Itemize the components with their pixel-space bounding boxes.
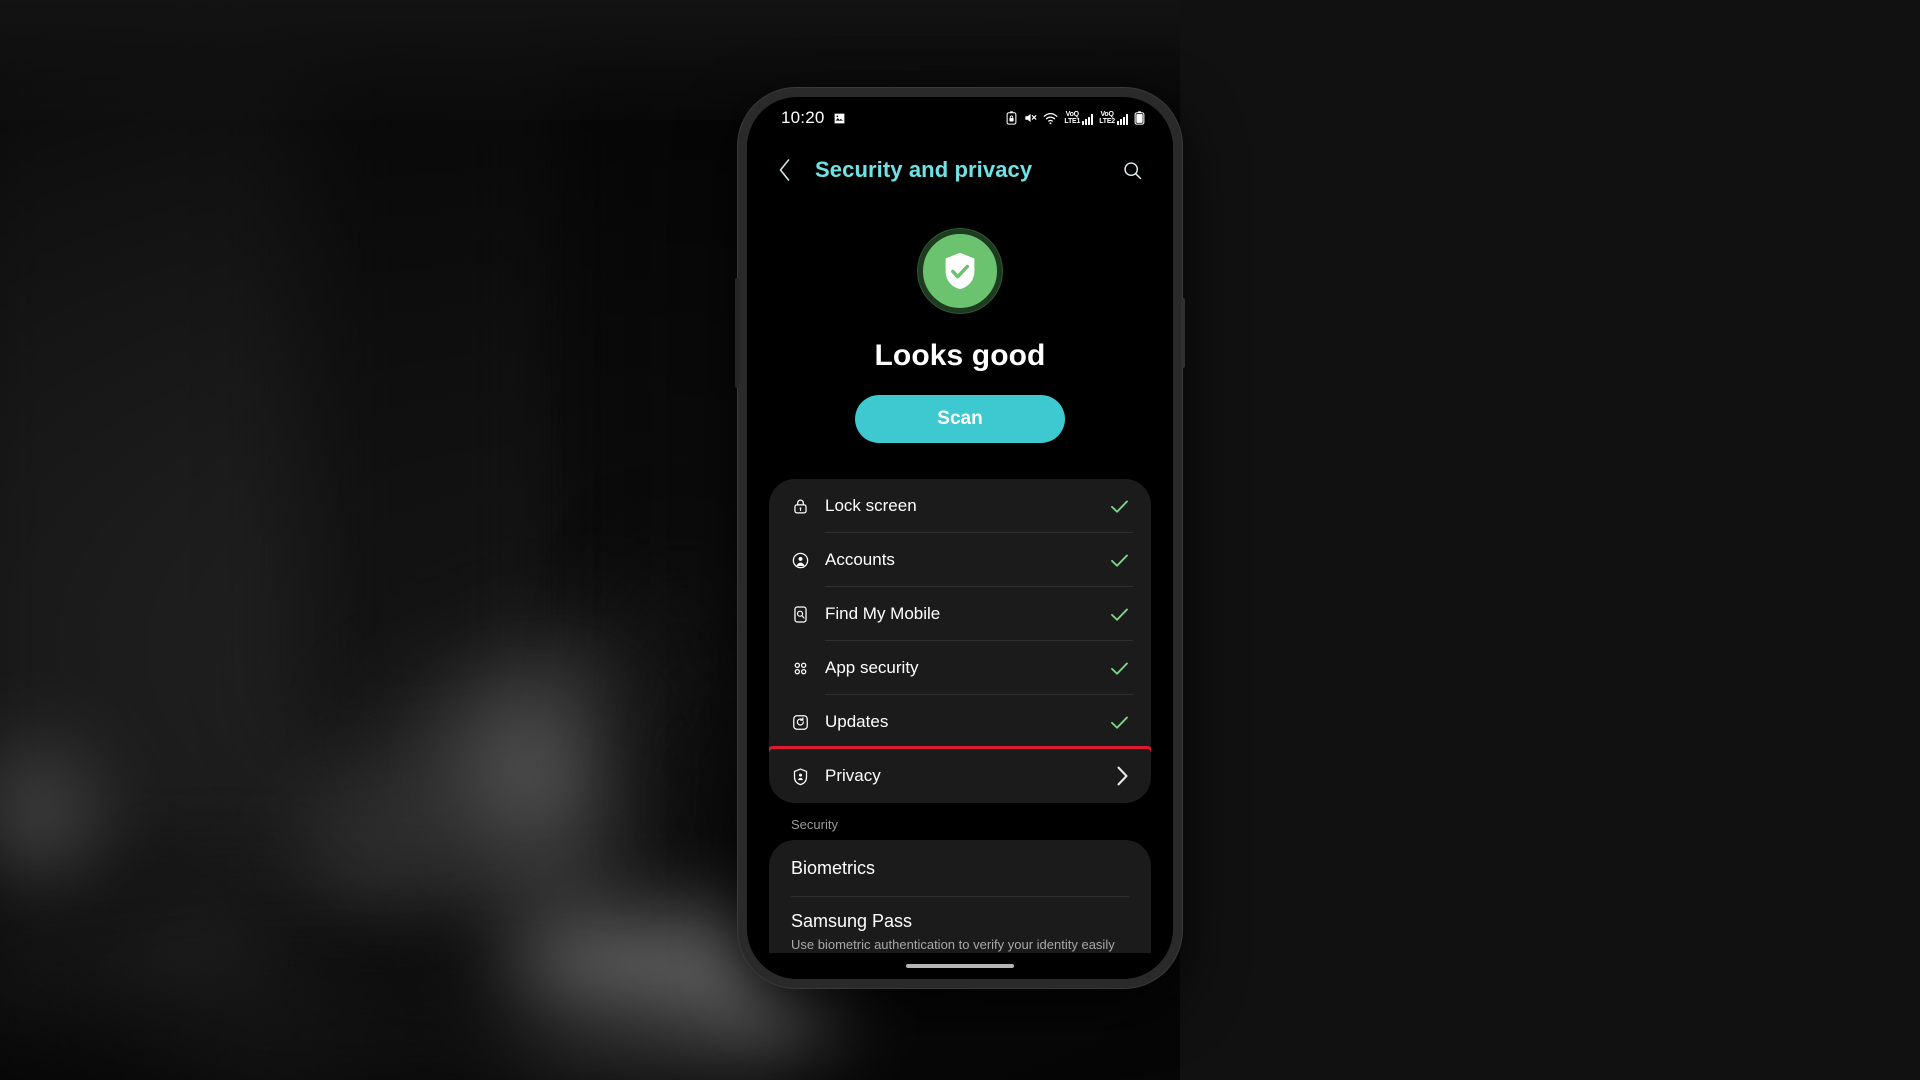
page-title: Security and privacy [815, 157, 1033, 182]
settings-row-label: Updates [825, 712, 889, 731]
settings-row-find-my-mobile[interactable]: Find My Mobile [769, 587, 1151, 641]
settings-row-label: Find My Mobile [825, 604, 941, 623]
settings-content: Lock screen Accounts Find My Mobile App … [747, 479, 1173, 953]
sim2-label: VoQ LTE2 [1099, 111, 1115, 125]
check-icon [1103, 553, 1129, 568]
settings-row-label: Privacy [825, 766, 881, 785]
settings-row-label: Accounts [825, 550, 895, 569]
battery-lock-icon [1006, 111, 1017, 125]
battery-icon [1134, 111, 1145, 125]
settings-row-biometrics[interactable]: Biometrics [769, 840, 1151, 897]
check-icon [1103, 715, 1129, 730]
signal-lte1-icon: VoQ LTE1 [1064, 111, 1094, 125]
security-settings-card: Biometrics Samsung Pass Use biometric au… [769, 840, 1151, 953]
check-icon [1103, 499, 1129, 514]
phone-device-frame: 10:20 VoQ LTE1 VoQ LTE2 Security and pri… [735, 88, 1185, 988]
section-header-security: Security [791, 817, 838, 832]
settings-row-lock-screen[interactable]: Lock screen [769, 479, 1151, 533]
security-status-text: Looks good [874, 339, 1046, 372]
settings-row-updates[interactable]: Updates [769, 695, 1151, 749]
status-clock: 10:20 [781, 108, 825, 127]
signal-lte2-icon: VoQ LTE2 [1099, 111, 1128, 125]
settings-row-title: Biometrics [791, 858, 876, 878]
phone-screen: 10:20 VoQ LTE1 VoQ LTE2 Security and pri… [747, 97, 1173, 979]
wifi-icon [1043, 112, 1058, 125]
back-button[interactable] [769, 155, 799, 185]
check-icon [1103, 607, 1129, 622]
settings-row-accounts[interactable]: Accounts [769, 533, 1151, 587]
settings-row-app-security[interactable]: App security [769, 641, 1151, 695]
app-header: Security and privacy [747, 139, 1173, 201]
find-my-mobile-icon [783, 605, 817, 624]
app-security-icon [783, 659, 817, 678]
status-bar: 10:20 VoQ LTE1 VoQ LTE2 [747, 97, 1173, 139]
system-navigation-bar [747, 953, 1173, 979]
settings-row-label: Lock screen [825, 496, 917, 515]
lock-icon [783, 497, 817, 516]
account-icon [783, 551, 817, 570]
image-icon [833, 112, 846, 125]
settings-row-label: App security [825, 658, 919, 677]
chevron-right-icon [1103, 766, 1129, 786]
settings-row-privacy[interactable]: Privacy [769, 746, 1151, 803]
updates-icon [783, 713, 817, 732]
status-bar-left: 10:20 [781, 108, 846, 128]
mute-icon [1023, 111, 1037, 125]
check-icon [1103, 661, 1129, 676]
security-status-card: Lock screen Accounts Find My Mobile App … [769, 479, 1151, 803]
search-icon [1123, 161, 1141, 179]
status-bar-right: VoQ LTE1 VoQ LTE2 [1006, 111, 1145, 125]
chevron-left-icon [779, 159, 789, 181]
home-indicator[interactable] [906, 964, 1014, 968]
search-button[interactable] [1115, 153, 1149, 187]
sim1-bars [1082, 114, 1094, 125]
privacy-icon [783, 767, 817, 786]
settings-row-samsung-pass[interactable]: Samsung Pass Use biometric authenticatio… [769, 897, 1151, 953]
sim2-bars [1117, 114, 1128, 125]
security-status-hero: Looks good Scan [747, 201, 1173, 479]
shield-check-icon [918, 229, 1002, 313]
sim1-label: VoQ LTE1 [1064, 111, 1081, 125]
settings-row-description: Use biometric authentication to verify y… [791, 937, 1115, 952]
phone-bezel: 10:20 VoQ LTE1 VoQ LTE2 Security and pri… [747, 97, 1173, 979]
settings-row-title: Samsung Pass [791, 911, 913, 931]
scan-button[interactable]: Scan [855, 395, 1065, 443]
